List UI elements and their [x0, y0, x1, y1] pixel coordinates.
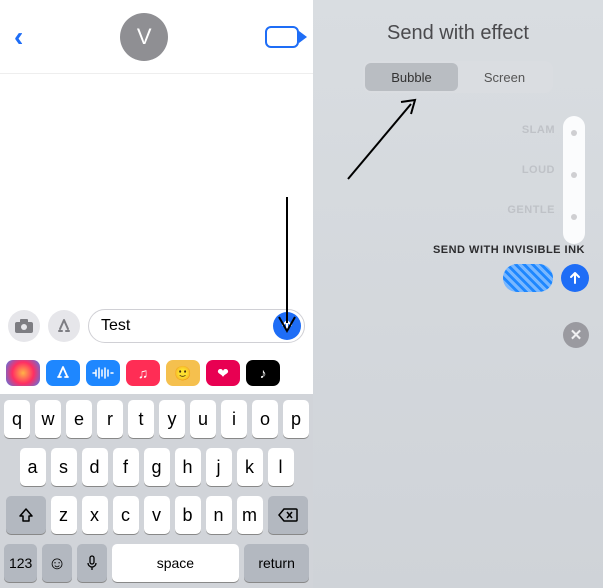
- key-q[interactable]: q: [4, 400, 30, 438]
- nav-bar: ‹ V: [0, 0, 313, 74]
- send-with-effect-screen: Send with effect Bubble Screen SLAM LOUD…: [313, 0, 603, 588]
- contact-avatar[interactable]: V: [120, 13, 168, 61]
- key-b[interactable]: b: [175, 496, 201, 534]
- effect-gentle[interactable]: GENTLE: [355, 190, 585, 230]
- key-row-4: 123 ☺ space return: [4, 544, 309, 582]
- numbers-key[interactable]: 123: [4, 544, 37, 582]
- tab-bubble[interactable]: Bubble: [365, 63, 458, 91]
- key-p[interactable]: p: [283, 400, 309, 438]
- app-store-icon[interactable]: [48, 310, 80, 342]
- send-with-effect-button[interactable]: [561, 264, 589, 292]
- key-row-3: z x c v b n m: [4, 496, 309, 534]
- message-text: Test: [101, 317, 273, 335]
- emoji-key[interactable]: ☺: [42, 544, 72, 582]
- backspace-key[interactable]: [268, 496, 308, 534]
- memoji-app-icon[interactable]: 🙂: [166, 360, 200, 386]
- audio-app-icon[interactable]: [86, 360, 120, 386]
- key-x[interactable]: x: [82, 496, 108, 534]
- dictation-key[interactable]: [77, 544, 107, 582]
- key-row-1: q w e r t y u i o p: [4, 400, 309, 438]
- key-g[interactable]: g: [144, 448, 170, 486]
- effect-options: SLAM LOUD GENTLE SEND WITH INVISIBLE INK: [355, 110, 585, 270]
- messages-compose-screen: ‹ V Test ♫ 🙂 ❤ ♪: [0, 0, 313, 588]
- key-l[interactable]: l: [268, 448, 294, 486]
- key-j[interactable]: j: [206, 448, 232, 486]
- key-u[interactable]: u: [190, 400, 216, 438]
- camera-icon[interactable]: [8, 310, 40, 342]
- music-app-icon[interactable]: ♫: [126, 360, 160, 386]
- key-z[interactable]: z: [51, 496, 77, 534]
- key-v[interactable]: v: [144, 496, 170, 534]
- return-key[interactable]: return: [244, 544, 309, 582]
- key-e[interactable]: e: [66, 400, 92, 438]
- photos-app-icon[interactable]: [6, 360, 40, 386]
- tab-screen[interactable]: Screen: [458, 63, 551, 91]
- conversation-area: [0, 74, 313, 306]
- effect-segmented-control: Bubble Screen: [363, 61, 553, 93]
- appstore-app-icon[interactable]: [46, 360, 80, 386]
- effect-slam[interactable]: SLAM: [355, 110, 585, 150]
- imessage-app-strip: ♫ 🙂 ❤ ♪: [0, 352, 313, 394]
- keyboard: q w e r t y u i o p a s d f g h j k l z: [0, 394, 313, 588]
- shift-key[interactable]: [6, 496, 46, 534]
- key-y[interactable]: y: [159, 400, 185, 438]
- key-d[interactable]: d: [82, 448, 108, 486]
- key-c[interactable]: c: [113, 496, 139, 534]
- key-a[interactable]: a: [20, 448, 46, 486]
- digital-touch-app-icon[interactable]: ❤: [206, 360, 240, 386]
- key-s[interactable]: s: [51, 448, 77, 486]
- key-f[interactable]: f: [113, 448, 139, 486]
- message-input[interactable]: Test: [88, 309, 305, 343]
- input-bar: Test: [0, 306, 313, 352]
- effect-loud[interactable]: LOUD: [355, 150, 585, 190]
- key-t[interactable]: t: [128, 400, 154, 438]
- key-r[interactable]: r: [97, 400, 123, 438]
- key-h[interactable]: h: [175, 448, 201, 486]
- space-key[interactable]: space: [112, 544, 240, 582]
- facetime-icon[interactable]: [265, 26, 299, 48]
- key-o[interactable]: o: [252, 400, 278, 438]
- send-button[interactable]: [273, 312, 301, 340]
- key-w[interactable]: w: [35, 400, 61, 438]
- back-button[interactable]: ‹: [14, 21, 23, 53]
- effect-title: Send with effect: [313, 22, 603, 45]
- tiktok-app-icon[interactable]: ♪: [246, 360, 280, 386]
- key-m[interactable]: m: [237, 496, 263, 534]
- key-k[interactable]: k: [237, 448, 263, 486]
- close-effect-button[interactable]: ✕: [563, 322, 589, 348]
- key-i[interactable]: i: [221, 400, 247, 438]
- invisible-ink-preview-bubble: [503, 264, 553, 292]
- key-n[interactable]: n: [206, 496, 232, 534]
- key-row-2: a s d f g h j k l: [4, 448, 309, 486]
